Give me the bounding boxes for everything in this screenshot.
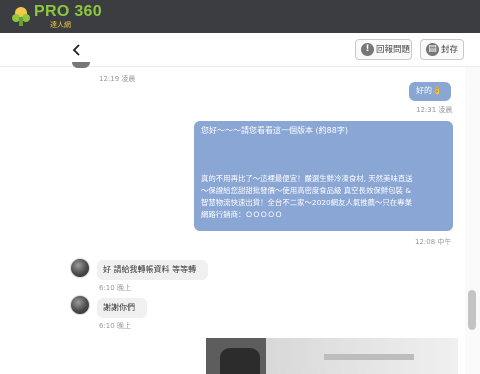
avatar bbox=[72, 62, 90, 68]
avatar[interactable] bbox=[70, 258, 90, 278]
message-line: 智慧物流快速出貨！全台不二家～2020網友人氣推薦～只在專業 bbox=[201, 198, 412, 207]
message-line bbox=[201, 149, 446, 161]
message-text: 好 請給我轉帳資料 等等轉 bbox=[103, 265, 197, 274]
logo-icon bbox=[12, 7, 30, 26]
back-button[interactable] bbox=[68, 41, 86, 59]
archive-button[interactable]: ▤ 封存 bbox=[420, 39, 464, 60]
message-line: 網路行銷商：ＯＯＯＯＯ bbox=[201, 210, 283, 219]
chevron-left-icon bbox=[72, 44, 80, 56]
incoming-message[interactable]: 謝謝你們 bbox=[97, 298, 147, 318]
message-time: 6:10 晚上 bbox=[99, 322, 131, 330]
message-time: 6:10 晚上 bbox=[99, 284, 131, 292]
message-line bbox=[201, 137, 446, 149]
message-time: 12:19 凌晨 bbox=[99, 75, 136, 83]
image-attachment[interactable] bbox=[206, 338, 458, 374]
archive-icon: ▤ bbox=[426, 43, 439, 56]
incoming-message[interactable]: 好 請給我轉帳資料 等等轉 bbox=[97, 260, 208, 280]
message-line: ～保證給您甜甜批發價～使用高密度食品級 真空長效保鮮包裝 & bbox=[201, 186, 412, 195]
outgoing-message[interactable]: 您好～～～請您看看這一個版本 (約88字) 真的不用再比了～這裡最便宜！嚴選生鮮… bbox=[194, 121, 453, 231]
message-line bbox=[201, 161, 446, 173]
top-bar: PRO 360 達人網 bbox=[0, 0, 480, 33]
outgoing-message[interactable]: 好的👌 bbox=[409, 82, 451, 101]
archive-label: 封存 bbox=[441, 45, 459, 55]
message-time: 12:08 中午 bbox=[415, 238, 452, 246]
message-text: 謝謝你們 bbox=[103, 303, 135, 312]
report-issue-label: 回報問題 bbox=[376, 45, 411, 55]
scrollbar-thumb[interactable] bbox=[468, 290, 476, 330]
photo-detail bbox=[324, 354, 414, 360]
photo-object bbox=[220, 348, 260, 374]
logo-subtitle: 達人網 bbox=[50, 21, 71, 29]
alert-icon: ! bbox=[361, 43, 374, 56]
message-text: 好的👌 bbox=[416, 86, 442, 95]
avatar[interactable] bbox=[70, 295, 90, 315]
message-line: 真的不用再比了～這裡最便宜！嚴選生鮮冷凍食材, 天然美味直送 bbox=[201, 174, 413, 183]
report-issue-button[interactable]: ! 回報問題 bbox=[355, 39, 412, 60]
logo-text[interactable]: PRO 360 bbox=[34, 3, 102, 21]
message-line: 您好～～～請您看看這一個版本 (約88字) bbox=[201, 126, 348, 135]
message-time: 12:31 凌晨 bbox=[416, 106, 453, 114]
